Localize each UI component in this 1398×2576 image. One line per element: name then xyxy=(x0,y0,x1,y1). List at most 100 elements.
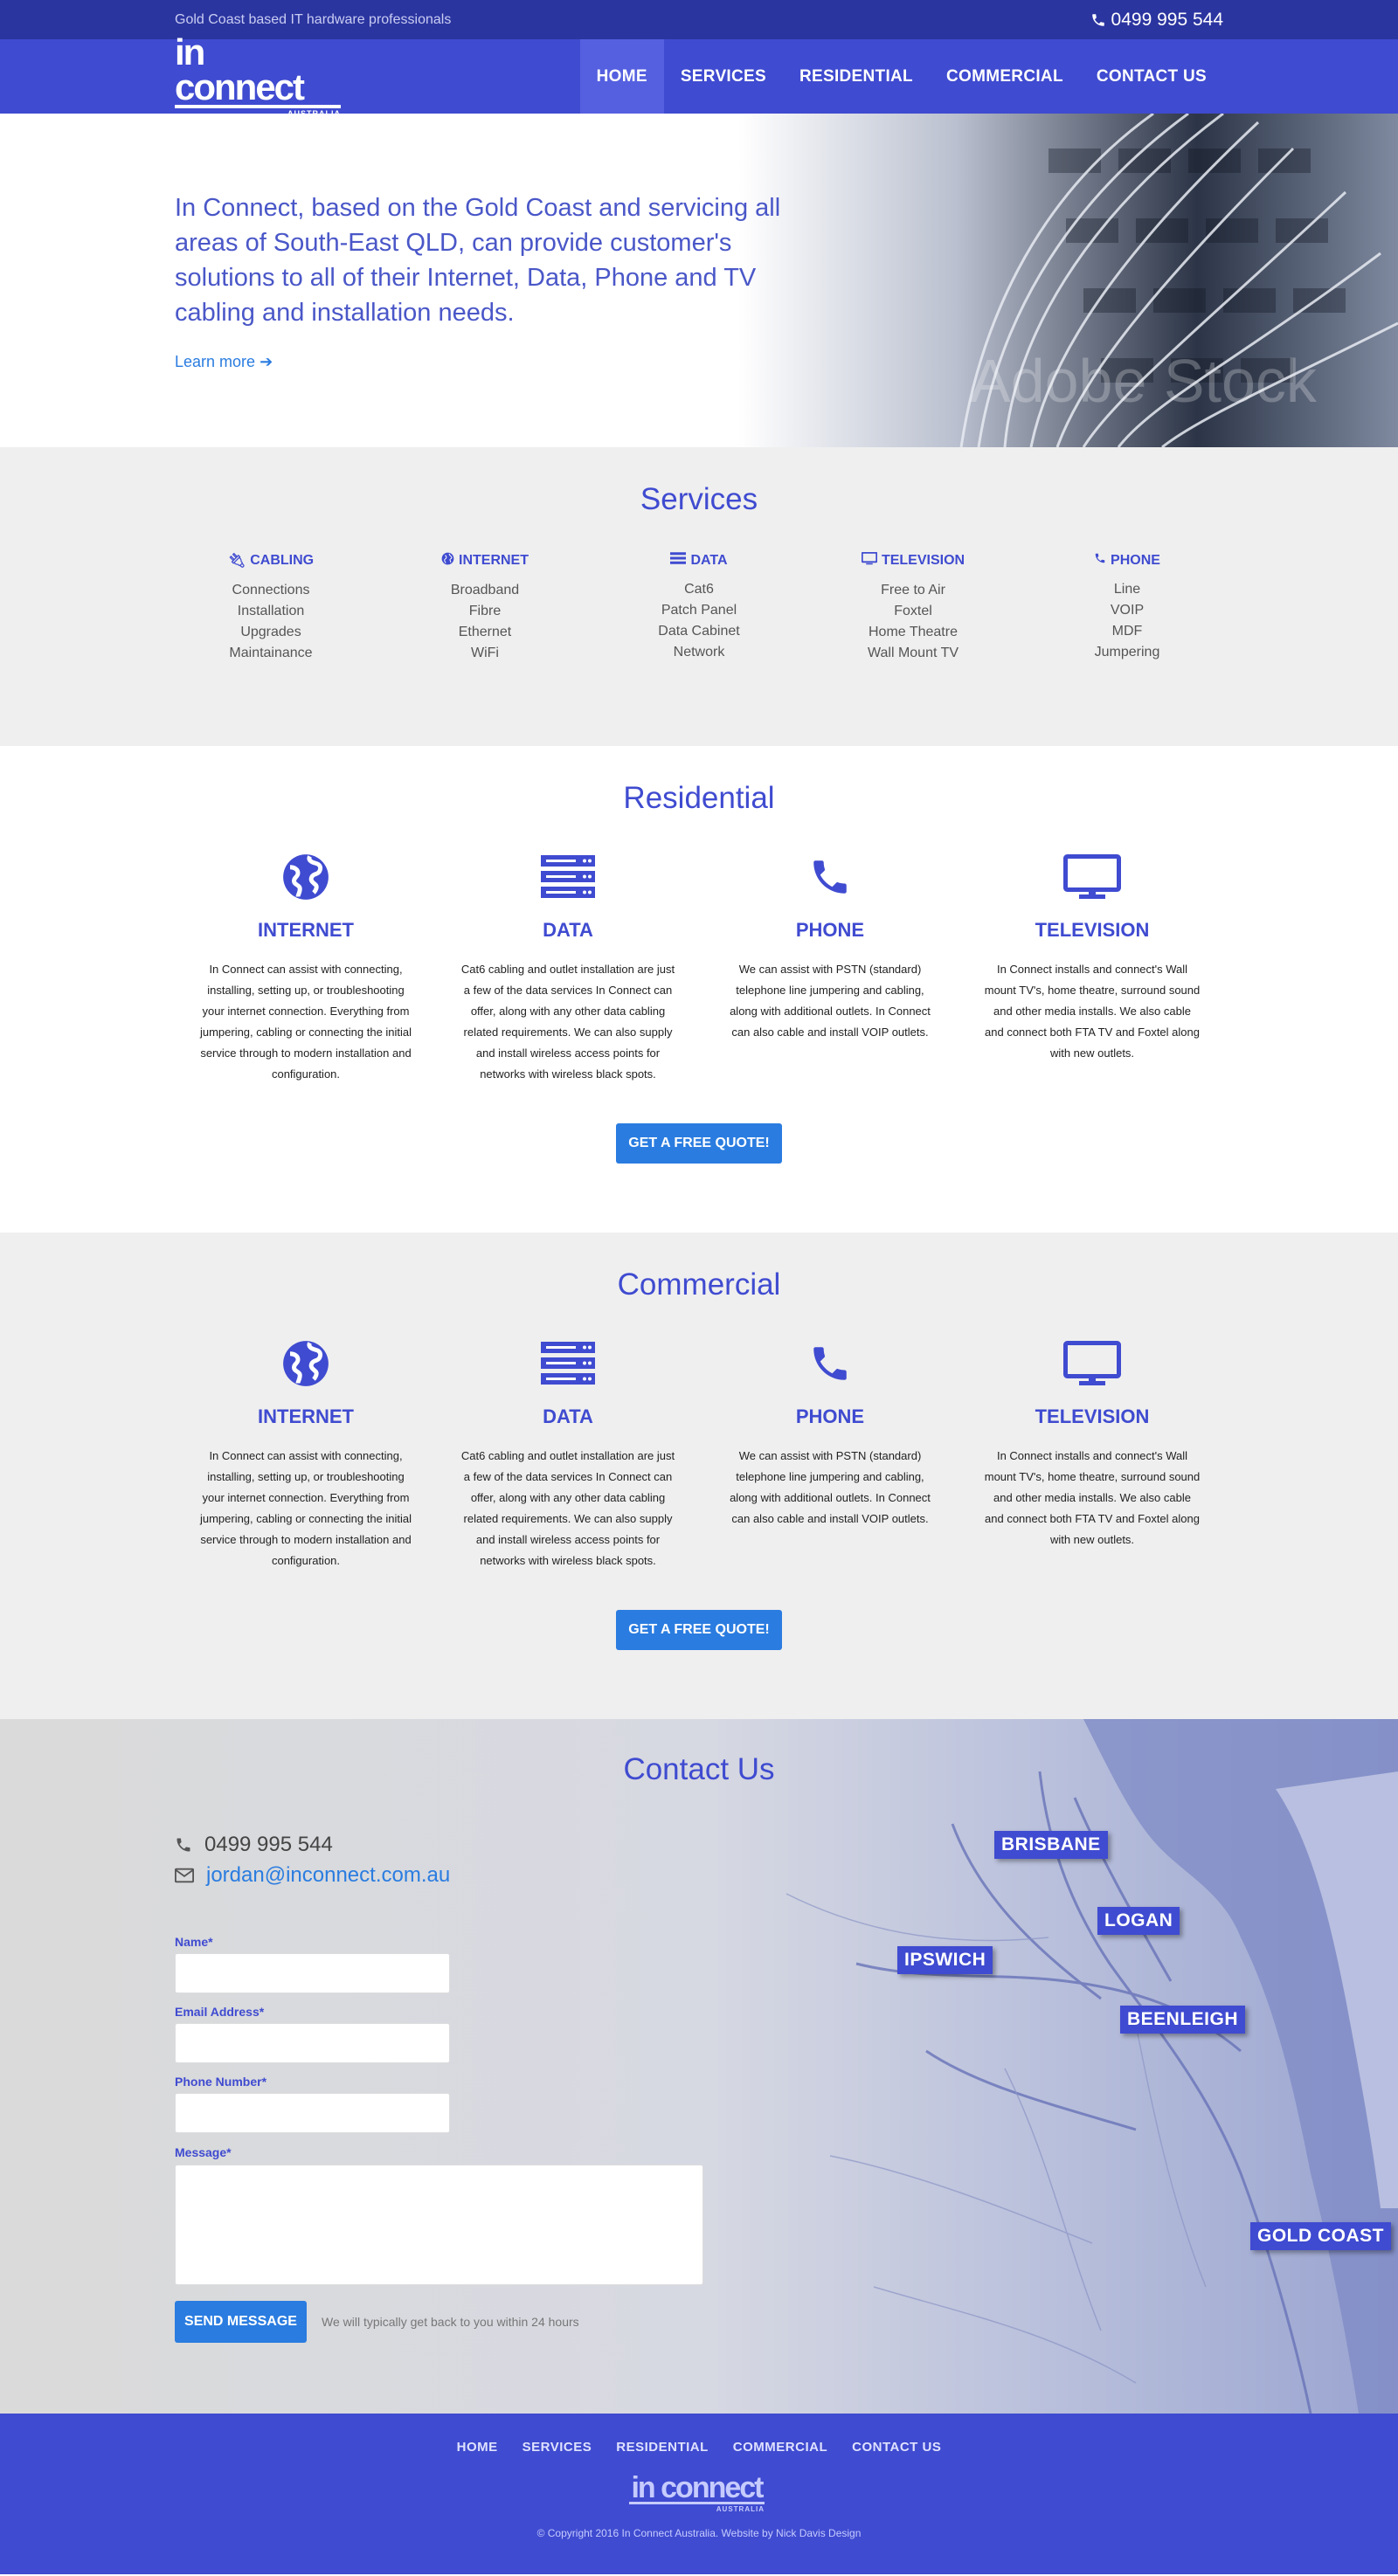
nav-menu: HOME SERVICES RESIDENTIAL COMMERCIAL CON… xyxy=(579,39,1223,114)
nav-services[interactable]: SERVICES xyxy=(664,39,783,114)
service-item: Fibre xyxy=(468,604,502,618)
server-icon xyxy=(670,552,687,569)
feature-phone: PHONE We can assist with PSTN (standard)… xyxy=(699,851,961,1085)
logo-text: in connect xyxy=(175,34,341,108)
phone-field[interactable] xyxy=(175,2093,450,2133)
service-item: Data Cabinet xyxy=(658,624,740,639)
contact-email-link[interactable]: jordan@inconnect.com.au xyxy=(206,1863,450,1888)
nav-residential[interactable]: RESIDENTIAL xyxy=(783,39,930,114)
top-bar: Gold Coast based IT hardware professiona… xyxy=(0,0,1398,39)
hero: Adobe Stock In Connect, based on the Gol… xyxy=(0,114,1398,447)
footer-nav-contact-us[interactable]: CONTACT US xyxy=(852,2440,941,2455)
phone-icon xyxy=(176,1838,190,1852)
contact-phone[interactable]: 0499 995 544 xyxy=(175,1833,333,1857)
service-title: CABLING xyxy=(250,553,315,568)
monitor-icon xyxy=(861,551,878,570)
response-note: We will typically get back to you within… xyxy=(322,2315,579,2329)
server-icon xyxy=(541,1342,595,1385)
service-phone: PHONE Line VOIP MDF Jumpering xyxy=(1021,552,1235,664)
phone-label: Phone Number* xyxy=(175,2075,267,2089)
feature-title: PHONE xyxy=(795,1405,865,1427)
service-item: WiFi xyxy=(471,646,499,660)
footer-logo-subtext: AUSTRALIA xyxy=(716,2505,765,2513)
service-television: TELEVISION Free to Air Foxtel Home Theat… xyxy=(806,551,1021,664)
map-label-gold-coast: GOLD COAST xyxy=(1250,2222,1391,2250)
feature-text: In Connect can assist with connecting, i… xyxy=(199,963,412,1081)
get-quote-button[interactable]: GET A FREE QUOTE! xyxy=(616,1123,782,1164)
service-title: INTERNET xyxy=(459,553,529,568)
footer: HOME SERVICES RESIDENTIAL COMMERCIAL CON… xyxy=(0,2414,1398,2574)
service-item: VOIP xyxy=(1110,603,1145,618)
commercial-section: Commercial INTERNET In Connect can assis… xyxy=(0,1233,1398,1719)
service-item: Upgrades xyxy=(240,625,301,639)
nav-contact-us[interactable]: CONTACT US xyxy=(1080,39,1223,114)
contact-phone-number: 0499 995 544 xyxy=(204,1833,333,1856)
contact-email[interactable]: jordan@inconnect.com.au xyxy=(175,1863,450,1888)
feature-title: INTERNET xyxy=(258,919,354,941)
footer-logo[interactable]: in connect AUSTRALIA xyxy=(629,2473,769,2513)
arrow-right-icon: ➔ xyxy=(260,353,273,370)
feature-phone: PHONE We can assist with PSTN (standard)… xyxy=(699,1337,961,1571)
top-phone[interactable]: 0499 995 544 xyxy=(1090,10,1223,31)
service-item: Ethernet xyxy=(458,625,512,639)
hero-lead-text: In Connect, based on the Gold Coast and … xyxy=(175,194,781,327)
footer-nav-services[interactable]: SERVICES xyxy=(523,2440,592,2455)
monitor-icon xyxy=(1063,854,1121,899)
service-item: Network xyxy=(673,645,725,660)
feature-text: Cat6 cabling and outlet installation are… xyxy=(460,1449,675,1567)
feature-television: TELEVISION In Connect installs and conne… xyxy=(961,851,1223,1085)
copyright: © Copyright 2016 In Connect Australia. W… xyxy=(536,2527,862,2539)
server-icon xyxy=(541,855,595,898)
service-item: Maintainance xyxy=(229,646,313,660)
feature-internet: INTERNET In Connect can assist with conn… xyxy=(175,851,437,1085)
learn-more-link[interactable]: Learn more ➔ xyxy=(175,353,273,371)
phone-icon xyxy=(813,860,847,894)
get-quote-button[interactable]: GET A FREE QUOTE! xyxy=(616,1610,782,1650)
plug-icon: 🔌︎ xyxy=(227,554,246,569)
residential-section: Residential INTERNET In Connect can assi… xyxy=(0,746,1398,1233)
send-message-button[interactable]: SEND MESSAGE xyxy=(175,2301,307,2343)
service-item: Free to Air xyxy=(881,583,945,597)
feature-text: In Connect can assist with connecting, i… xyxy=(199,1449,412,1567)
phone-icon xyxy=(1091,13,1104,26)
nav-commercial[interactable]: COMMERCIAL xyxy=(930,39,1080,114)
feature-text: In Connect installs and connect's Wall m… xyxy=(984,1449,1201,1546)
commercial-title: Commercial xyxy=(617,1267,781,1302)
feature-television: TELEVISION In Connect installs and conne… xyxy=(961,1337,1223,1571)
globe-icon xyxy=(283,854,329,900)
footer-nav-home[interactable]: HOME xyxy=(457,2440,498,2455)
name-field[interactable] xyxy=(175,1953,450,1993)
footer-menu: HOME SERVICES RESIDENTIAL COMMERCIAL CON… xyxy=(0,2440,1398,2455)
email-field[interactable] xyxy=(175,2023,450,2063)
message-field[interactable] xyxy=(175,2165,703,2285)
envelope-icon xyxy=(175,1868,194,1883)
feature-text: We can assist with PSTN (standard) telep… xyxy=(730,1449,931,1525)
service-item: Jumpering xyxy=(1094,645,1160,660)
logo[interactable]: in connect AUSTRALIA xyxy=(175,34,350,118)
footer-logo-text: in connect xyxy=(629,2473,765,2504)
service-item: Connections xyxy=(232,583,310,597)
feature-title: DATA xyxy=(543,919,593,941)
feature-title: TELEVISION xyxy=(1035,1405,1150,1427)
services-title: Services xyxy=(640,482,758,516)
service-item: Cat6 xyxy=(684,582,714,597)
service-item: Wall Mount TV xyxy=(867,646,959,660)
map-label-logan: LOGAN xyxy=(1097,1907,1180,1935)
footer-nav-commercial[interactable]: COMMERCIAL xyxy=(733,2440,827,2455)
service-item: Patch Panel xyxy=(661,603,737,618)
main-nav: in connect AUSTRALIA HOME SERVICES RESID… xyxy=(0,34,1398,118)
learn-more-label: Learn more xyxy=(175,353,256,370)
residential-title: Residential xyxy=(623,781,775,815)
contact-section: BRISBANE LOGAN IPSWICH BEENLEIGH GOLD CO… xyxy=(0,1719,1398,2414)
feature-title: TELEVISION xyxy=(1035,919,1150,941)
phone-icon xyxy=(813,1347,847,1380)
phone-icon xyxy=(1094,552,1106,569)
footer-nav-residential[interactable]: RESIDENTIAL xyxy=(616,2440,709,2455)
feature-text: In Connect installs and connect's Wall m… xyxy=(984,963,1201,1060)
service-item: MDF xyxy=(1111,624,1143,639)
feature-data: DATA Cat6 cabling and outlet installatio… xyxy=(437,1337,699,1571)
feature-internet: INTERNET In Connect can assist with conn… xyxy=(175,1337,437,1571)
globe-icon xyxy=(283,1341,329,1386)
service-item: Home Theatre xyxy=(869,625,958,639)
nav-home[interactable]: HOME xyxy=(579,39,664,114)
